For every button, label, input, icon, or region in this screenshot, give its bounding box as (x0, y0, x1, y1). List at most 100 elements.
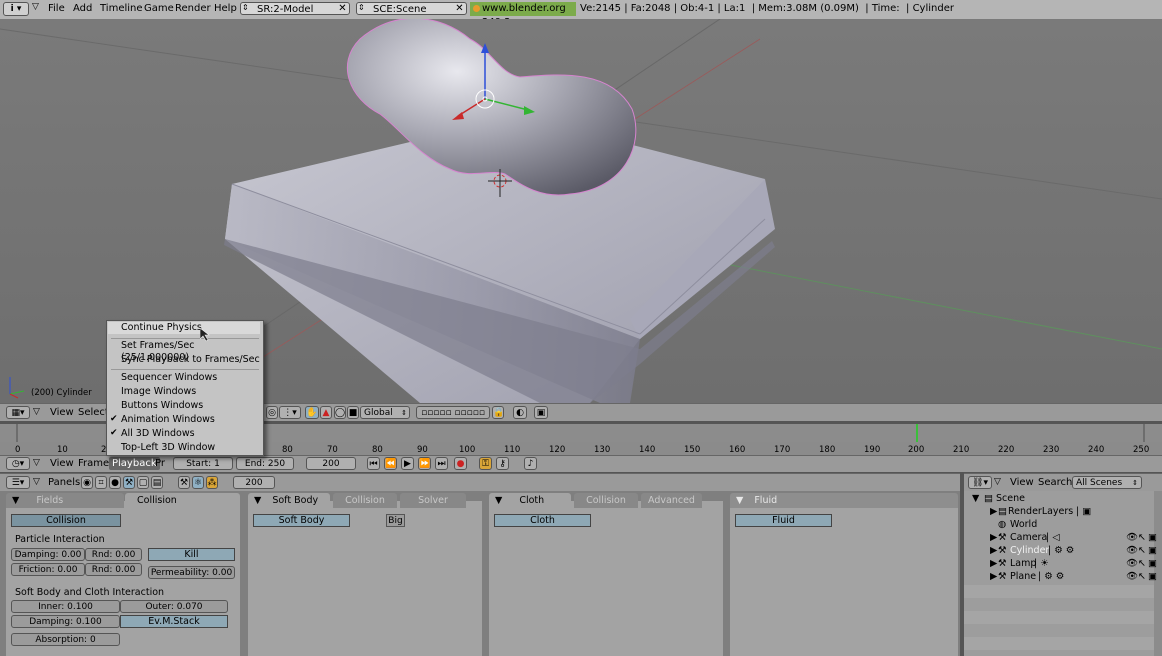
inner-field[interactable]: Inner: 0.100 (11, 600, 120, 613)
layer-buttons[interactable]: ▫▫▫▫▫ ▫▫▫▫▫ (416, 406, 490, 419)
expand-triangle-icon[interactable]: ▶ (990, 505, 997, 518)
menu-item-animation-windows[interactable]: Animation Windows (121, 414, 215, 426)
blender-site-link[interactable]: www.blender.org 249.2 (470, 2, 576, 28)
render-icon[interactable]: ▣ (1148, 544, 1157, 557)
collapse-menu-icon[interactable]: ▽ (33, 407, 40, 417)
menu-item-image-windows[interactable]: Image Windows (121, 386, 196, 398)
menu-add[interactable]: Add (73, 3, 92, 14)
editing-icon[interactable]: ▢ (137, 476, 149, 489)
close-icon[interactable]: ✕ (336, 2, 349, 15)
expand-triangle-icon[interactable]: ▶ (990, 531, 997, 544)
menu-select[interactable]: Select (78, 407, 109, 418)
orientation-select[interactable]: Global ⇕ (360, 406, 410, 419)
prev-keyframe-icon[interactable]: ⏪ (384, 457, 397, 470)
visibility-icon[interactable]: 👁 (1126, 557, 1138, 570)
pivot-icon[interactable]: ◎ (266, 406, 278, 419)
lock-icon[interactable]: 🔒 (492, 406, 504, 419)
menu-help[interactable]: Help (214, 3, 237, 14)
collapse-menu-icon[interactable]: ▽ (33, 458, 40, 468)
hand-icon[interactable]: ✋ (305, 406, 319, 419)
big-button[interactable]: Big (386, 514, 405, 527)
render-icon[interactable]: ▣ (1148, 570, 1157, 583)
end-frame-field[interactable]: End: 250 (236, 457, 294, 470)
object-context-icon[interactable]: ⚒ (178, 476, 190, 489)
menu-item-sequencer-windows[interactable]: Sequencer Windows (121, 372, 217, 384)
fluid-button[interactable]: Fluid (735, 514, 832, 527)
visibility-icon[interactable]: 👁 (1126, 570, 1138, 583)
rnd-field[interactable]: Rnd: 0.00 (85, 548, 142, 561)
object-icon[interactable]: ⚒ (123, 476, 135, 489)
outer-field[interactable]: Outer: 0.070 (120, 600, 228, 613)
window-type-icon[interactable]: ⛓▾ (968, 476, 992, 489)
physics-icon[interactable]: ⚛ (192, 476, 204, 489)
menu-search[interactable]: Search (1038, 477, 1072, 488)
menu-item-continue-physics[interactable]: Continue Physics (108, 322, 260, 334)
menu-item-set-frames[interactable]: Set Frames/Sec (25/1.000000) (121, 340, 263, 363)
scale-icon[interactable]: ■ (347, 406, 359, 419)
tab-fluid[interactable]: ▼ Fluid (730, 493, 958, 508)
current-frame-indicator[interactable] (916, 424, 918, 442)
permeability-field[interactable]: Permeability: 0.00 (148, 566, 235, 579)
rotate-icon[interactable]: ◯ (334, 406, 346, 419)
tab-soft-body[interactable]: ▼ Soft Body (248, 493, 330, 508)
collapse-triangle-icon[interactable]: ▼ (12, 495, 19, 506)
soft-body-button[interactable]: Soft Body (253, 514, 350, 527)
select-icon[interactable]: ↖ (1138, 544, 1146, 557)
window-type-icon[interactable]: i ▾ (3, 2, 29, 16)
menu-render[interactable]: Render (175, 3, 211, 14)
script-icon[interactable]: ⌗ (95, 476, 107, 489)
expand-triangle-icon[interactable]: ▶ (990, 557, 997, 570)
expand-triangle-icon[interactable]: ▼ (972, 492, 979, 505)
tab-collision[interactable]: Collision (333, 493, 397, 508)
play-icon[interactable]: ▶ (401, 457, 414, 470)
menu-file[interactable]: File (48, 3, 65, 14)
collapse-menu-icon[interactable]: ▽ (33, 477, 40, 487)
damping-field[interactable]: Damping: 0.100 (11, 615, 120, 628)
snap-icon[interactable]: ⋮▾ (279, 406, 301, 419)
menu-item-all-3d-windows[interactable]: All 3D Windows (121, 428, 195, 440)
collapse-menu-icon[interactable]: ▽ (32, 2, 39, 12)
collapse-menu-icon[interactable]: ▽ (994, 477, 1001, 487)
window-type-icon[interactable]: ▦▾ (6, 406, 30, 419)
menu-pr[interactable]: Pr (155, 458, 165, 469)
current-frame-field[interactable]: 200 (306, 457, 356, 470)
outliner-item-plane[interactable]: ▶ ⚒ Plane | ⚙ ⚙ 👁 ↖ ▣ (964, 570, 1157, 583)
outliner-item-scene[interactable]: ▼ ▤ Scene (964, 492, 1154, 505)
menu-item-buttons-windows[interactable]: Buttons Windows (121, 400, 203, 412)
outliner-item-lamp[interactable]: ▶ ⚒ Lamp | ☀ 👁 ↖ ▣ (964, 557, 1157, 570)
expand-triangle-icon[interactable]: ▶ (990, 570, 997, 583)
tab-cloth[interactable]: ▼ Cloth (489, 493, 571, 508)
visibility-icon[interactable]: 👁 (1126, 531, 1138, 544)
outliner-item-cylinder[interactable]: ▶ ⚒ Cylinder | ⚙ ⚙ 👁 ↖ ▣ (964, 544, 1157, 557)
damping-field[interactable]: Damping: 0.00 (11, 548, 85, 561)
friction-field[interactable]: Friction: 0.00 (11, 563, 85, 576)
translate-icon[interactable]: ▲ (320, 406, 332, 419)
rnd-field[interactable]: Rnd: 0.00 (85, 563, 142, 576)
render-preview-icon[interactable]: ◐ (513, 406, 527, 419)
scene-icon[interactable]: ▤ (151, 476, 163, 489)
logic-icon[interactable]: ◉ (81, 476, 93, 489)
render-icon[interactable]: ▣ (1148, 531, 1157, 544)
collapse-triangle-icon[interactable]: ▼ (254, 495, 261, 506)
expand-triangle-icon[interactable]: ▶ (990, 544, 997, 557)
menu-frame[interactable]: Frame (78, 458, 109, 469)
menu-view[interactable]: View (50, 458, 74, 469)
outliner-filter-select[interactable]: All Scenes ⇕ (1072, 476, 1142, 489)
outliner[interactable]: ▼ ▤ Scene ▶ ▤ RenderLayers | ▣ ◍ World ▶… (964, 491, 1162, 656)
menu-view[interactable]: View (1010, 477, 1034, 488)
collapse-triangle-icon[interactable]: ▼ (736, 495, 743, 506)
tab-fields[interactable]: ▼ Fields (6, 493, 124, 508)
cloth-button[interactable]: Cloth (494, 514, 591, 527)
collapse-triangle-icon[interactable]: ▼ (495, 495, 502, 506)
menu-view[interactable]: View (50, 407, 74, 418)
dropdown-icon[interactable]: ⇕ (242, 3, 249, 12)
particles-icon[interactable]: ⁂ (206, 476, 218, 489)
outliner-item-renderlayers[interactable]: ▶ ▤ RenderLayers | ▣ (964, 505, 1154, 518)
audio-icon[interactable]: ♪ (524, 457, 537, 470)
playback-menu[interactable]: Continue Physics Set Frames/Sec (25/1.00… (106, 320, 264, 456)
tab-collision[interactable]: Collision (574, 493, 638, 508)
dropdown-icon[interactable]: ⇕ (358, 3, 365, 12)
menu-playback[interactable]: Playback (109, 457, 160, 470)
start-frame-field[interactable]: Start: 1 (173, 457, 233, 470)
render-icon[interactable]: ▣ (1148, 557, 1157, 570)
